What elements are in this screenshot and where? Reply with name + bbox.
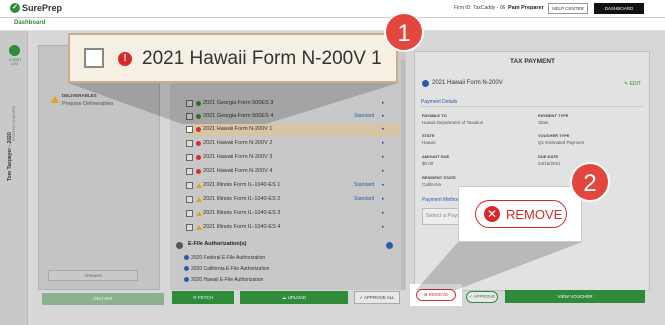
step-badge-2: 2 <box>570 162 610 202</box>
close-icon: ✕ <box>484 206 500 222</box>
step-badge-1: 1 <box>384 12 424 52</box>
checkbox-zoomed <box>84 48 104 68</box>
remove-button-zoomed: ✕ REMOVE <box>475 200 567 228</box>
callout-zoom-1: ! 2021 Hawaii Form N-200V 1 <box>68 33 398 83</box>
callout-1-text: 2021 Hawaii Form N-200V 1 <box>142 48 382 69</box>
callout-zoom-2: ✕ REMOVE <box>458 186 582 242</box>
callout-1-cone <box>68 83 398 124</box>
error-icon: ! <box>118 52 132 66</box>
callout-2-cone <box>416 242 582 290</box>
callout-2-text: REMOVE <box>506 207 563 222</box>
